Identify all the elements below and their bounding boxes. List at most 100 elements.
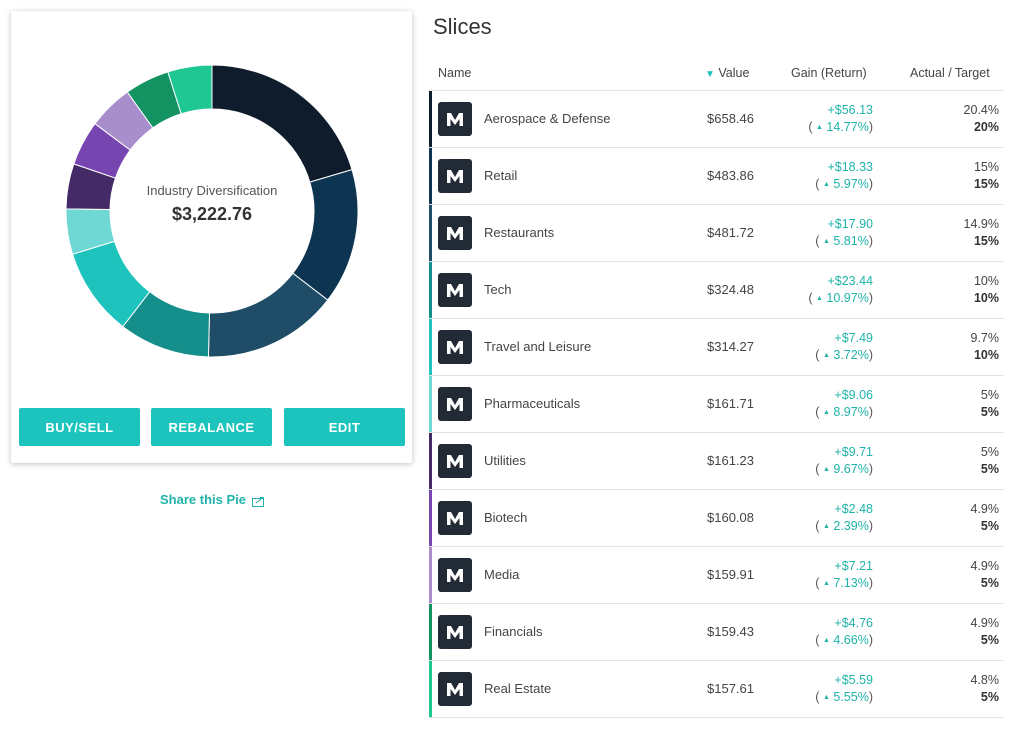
slice-gain: +$4.76 ( ▲ 4.66%) (815, 616, 873, 647)
slice-name[interactable]: Restaurants (484, 225, 554, 240)
slice-name[interactable]: Utilities (484, 453, 526, 468)
buy-sell-button[interactable]: BUY/SELL (19, 408, 140, 446)
share-pie-label: Share this Pie (160, 492, 246, 507)
slice-color-bar (429, 205, 432, 261)
donut-chart: Industry Diversification $3,222.76 (66, 65, 358, 357)
slice-gain-amount: +$2.48 (834, 502, 873, 516)
slice-color-bar (429, 604, 432, 660)
donut-svg (66, 65, 358, 357)
slice-actual: 10% (973, 274, 999, 288)
slice-name[interactable]: Pharmaceuticals (484, 396, 580, 411)
slice-color-bar (429, 91, 432, 147)
up-triangle-icon: ▲ (816, 124, 823, 131)
slice-actual: 5% (980, 445, 999, 459)
slice-gain: +$23.44 ( ▲ 10.97%) (808, 274, 873, 305)
slice-actual-target: 5% 5% (981, 387, 999, 421)
slice-row[interactable]: Travel and Leisure $314.27 +$7.49 ( ▲ 3.… (429, 319, 1004, 376)
slice-target: 15% (973, 234, 999, 248)
slice-return-percent: 10.97% (826, 291, 869, 305)
slice-target: 10% (973, 291, 999, 305)
slice-value: $161.71 (707, 396, 754, 411)
slice-name[interactable]: Tech (484, 282, 511, 297)
slice-target: 20% (973, 120, 999, 134)
slice-return-percent: 4.66% (833, 633, 869, 647)
slice-actual-target: 15% 15% (974, 159, 999, 193)
slice-gain-amount: +$23.44 (827, 274, 873, 288)
slice-value: $157.61 (707, 681, 754, 696)
slice-gain: +$17.90 ( ▲ 5.81%) (815, 217, 873, 248)
slice-gain-amount: +$17.90 (827, 217, 873, 231)
slice-name[interactable]: Retail (484, 168, 517, 183)
slice-actual-target: 10% 10% (974, 273, 999, 307)
slice-name[interactable]: Biotech (484, 510, 527, 525)
col-value-label: Value (718, 66, 750, 80)
slice-row[interactable]: Pharmaceuticals $161.71 +$9.06 ( ▲ 8.97%… (429, 376, 1004, 433)
col-gain[interactable]: Gain (Return) (791, 66, 867, 80)
up-triangle-icon: ▲ (822, 466, 830, 473)
slice-return-percent: 5.55% (833, 690, 869, 704)
up-triangle-icon: ▲ (816, 295, 823, 302)
slice-name[interactable]: Travel and Leisure (484, 339, 591, 354)
up-triangle-icon: ▲ (822, 580, 830, 587)
slice-logo-icon (438, 444, 472, 478)
slice-row[interactable]: Retail $483.86 +$18.33 ( ▲ 5.97%) 15% 15… (429, 148, 1004, 205)
slice-color-bar (429, 433, 432, 489)
slice-color-bar (429, 547, 432, 603)
slice-value: $324.48 (707, 282, 754, 297)
slice-gain: +$9.71 ( ▲ 9.67%) (815, 445, 873, 476)
slice-row[interactable]: Biotech $160.08 +$2.48 ( ▲ 2.39%) 4.9% 5… (429, 490, 1004, 547)
slice-row[interactable]: Tech $324.48 +$23.44 ( ▲ 10.97%) 10% 10% (429, 262, 1004, 319)
slice-target: 5% (980, 519, 999, 533)
slice-return-percent: 3.72% (833, 348, 869, 362)
up-triangle-icon: ▲ (822, 523, 830, 530)
slice-row[interactable]: Aerospace & Defense $658.46 +$56.13 ( ▲ … (429, 91, 1004, 148)
slice-gain-amount: +$56.13 (827, 103, 873, 117)
slice-value: $159.91 (707, 567, 754, 582)
slice-logo-icon (438, 273, 472, 307)
donut-slice[interactable] (211, 65, 353, 183)
up-triangle-icon: ▲ (822, 637, 830, 644)
slice-name[interactable]: Media (484, 567, 519, 582)
slice-value: $483.86 (707, 168, 754, 183)
share-icon (251, 495, 264, 507)
slice-logo-icon (438, 615, 472, 649)
col-actual-target[interactable]: Actual / Target (910, 66, 990, 80)
slice-return-percent: 5.97% (833, 177, 869, 191)
slice-gain: +$56.13 ( ▲ 14.77%) (808, 103, 873, 134)
rebalance-button[interactable]: REBALANCE (151, 408, 272, 446)
slice-target: 5% (980, 462, 999, 476)
up-triangle-icon: ▲ (822, 181, 830, 188)
slice-actual-target: 5% 5% (981, 444, 999, 478)
slice-logo-icon (438, 672, 472, 706)
slice-value: $658.46 (707, 111, 754, 126)
col-value[interactable]: ▼ Value (705, 66, 749, 80)
slice-actual: 4.9% (970, 616, 1000, 630)
slice-name[interactable]: Aerospace & Defense (484, 111, 610, 126)
slice-target: 5% (980, 633, 999, 647)
slice-return-percent: 5.81% (833, 234, 869, 248)
slice-row[interactable]: Utilities $161.23 +$9.71 ( ▲ 9.67%) 5% 5… (429, 433, 1004, 490)
slice-actual: 4.8% (970, 673, 1000, 687)
slice-value: $161.23 (707, 453, 754, 468)
donut-slice[interactable] (207, 272, 329, 357)
col-name[interactable]: Name (438, 66, 471, 80)
slice-target: 15% (973, 177, 999, 191)
slice-gain: +$2.48 ( ▲ 2.39%) (815, 502, 873, 533)
slice-name[interactable]: Real Estate (484, 681, 551, 696)
edit-button[interactable]: EDIT (284, 408, 405, 446)
slice-color-bar (429, 148, 432, 204)
share-pie-link[interactable]: Share this Pie (160, 492, 264, 507)
slice-value: $314.27 (707, 339, 754, 354)
slice-return-percent: 7.13% (833, 576, 869, 590)
slice-row[interactable]: Real Estate $157.61 +$5.59 ( ▲ 5.55%) 4.… (429, 661, 1004, 718)
slice-color-bar (429, 490, 432, 546)
slice-actual: 15% (973, 160, 999, 174)
slice-row[interactable]: Restaurants $481.72 +$17.90 ( ▲ 5.81%) 1… (429, 205, 1004, 262)
up-triangle-icon: ▲ (822, 694, 830, 701)
slice-actual: 20.4% (963, 103, 999, 117)
slice-name[interactable]: Financials (484, 624, 543, 639)
slice-row[interactable]: Media $159.91 +$7.21 ( ▲ 7.13%) 4.9% 5% (429, 547, 1004, 604)
slice-logo-icon (438, 558, 472, 592)
up-triangle-icon: ▲ (822, 409, 830, 416)
slice-row[interactable]: Financials $159.43 +$4.76 ( ▲ 4.66%) 4.9… (429, 604, 1004, 661)
